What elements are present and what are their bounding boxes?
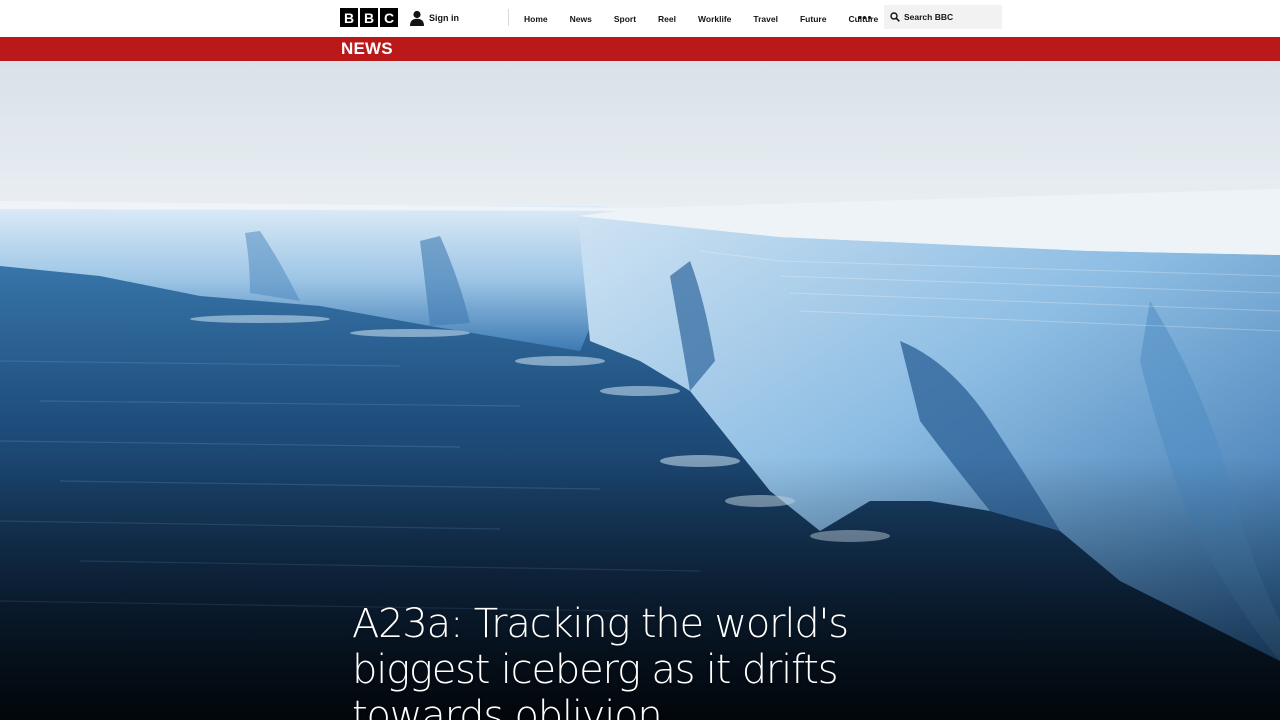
logo-letter: C [380,8,398,27]
nav-item-reel[interactable]: Reel [658,14,676,24]
section-label[interactable]: NEWS [341,39,393,59]
nav-item-home[interactable]: Home [524,14,548,24]
nav-item-news[interactable]: News [570,14,592,24]
article-headline[interactable]: A23a: Tracking the world's biggest icebe… [352,601,992,720]
hero-section: A23a: Tracking the world's biggest icebe… [0,61,1280,720]
sign-in-label: Sign in [429,13,459,23]
nav-item-future[interactable]: Future [800,14,826,24]
bbc-logo[interactable]: B B C [340,8,398,27]
nav-item-sport[interactable]: Sport [614,14,636,24]
search-box[interactable] [884,5,1002,29]
nav-item-travel[interactable]: Travel [753,14,778,24]
section-bar: NEWS [0,37,1280,61]
main-nav: Home News Sport Reel Worklife Travel Fut… [524,0,900,37]
nav-item-worklife[interactable]: Worklife [698,14,731,24]
header-divider [508,9,509,26]
sign-in-button[interactable]: Sign in [410,9,459,27]
search-input[interactable] [904,12,994,22]
logo-letter: B [360,8,378,27]
logo-letter: B [340,8,358,27]
user-icon [410,10,424,26]
top-navigation-bar: B B C Sign in Home News Sport Reel Workl… [0,0,1280,37]
search-icon [890,12,900,22]
more-dots-icon[interactable] [858,16,871,19]
